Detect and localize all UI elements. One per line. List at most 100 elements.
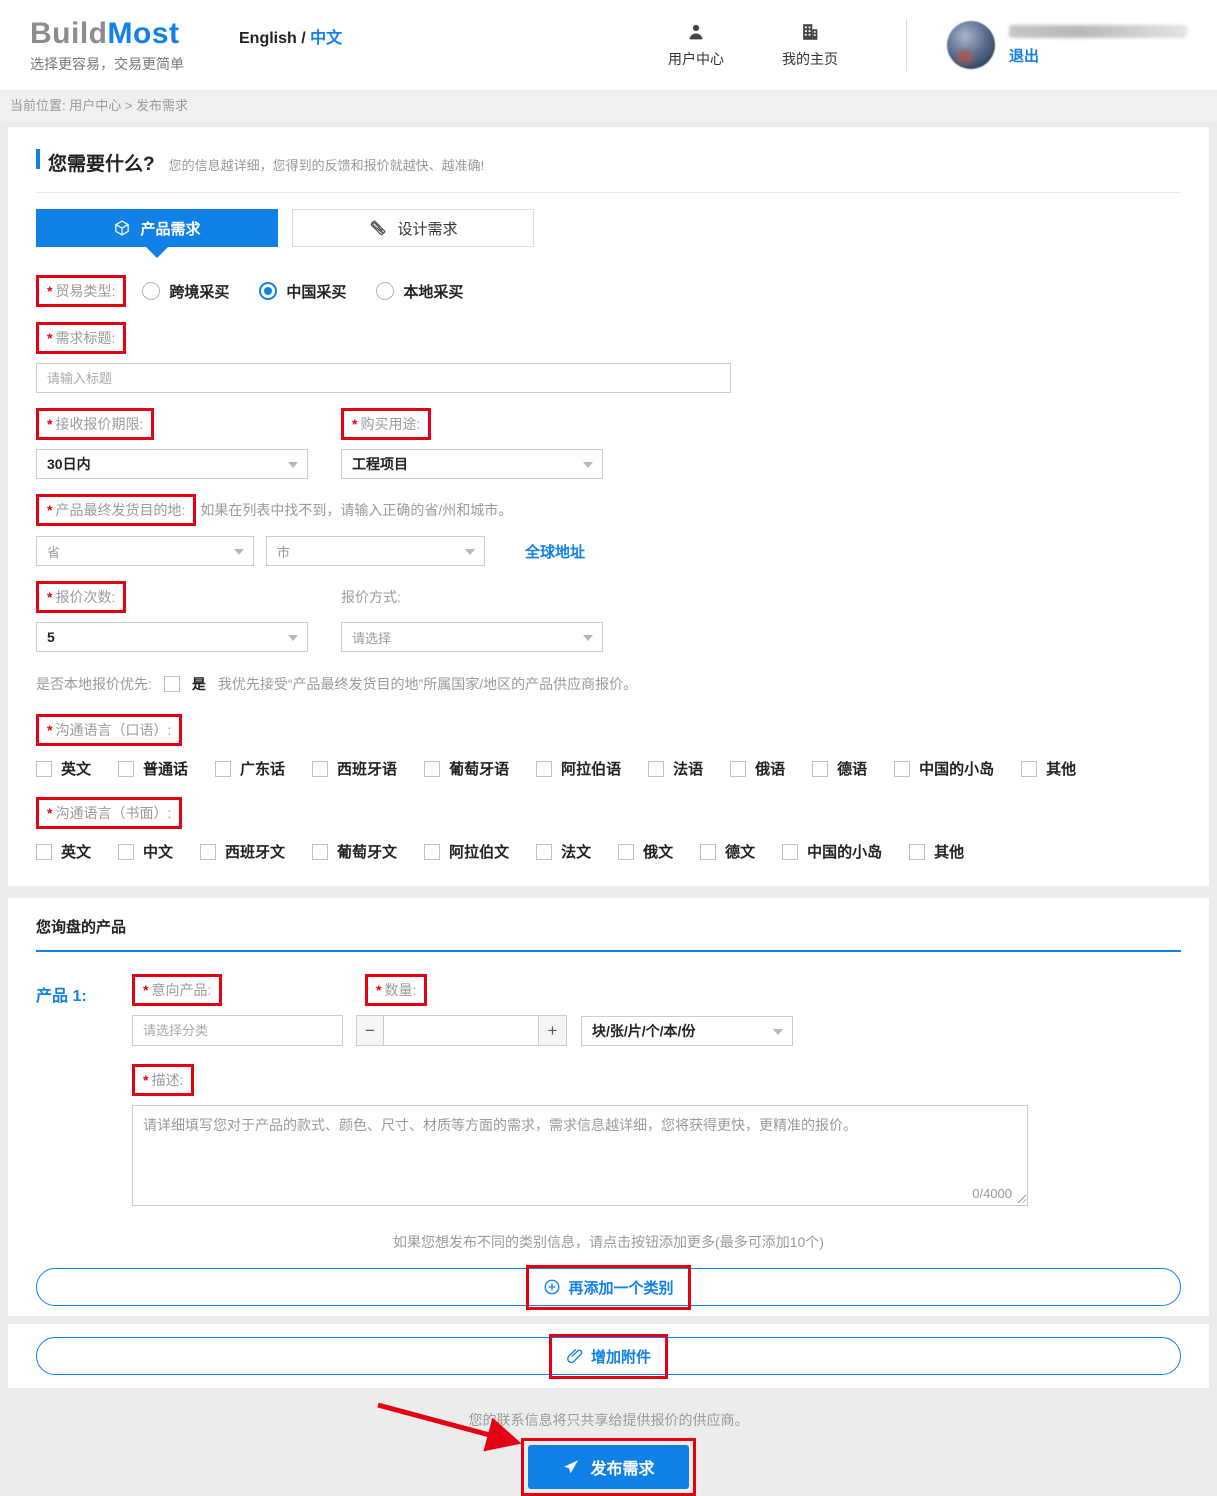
tab-design-demand[interactable]: 设计需求 [292, 209, 534, 247]
quote-times-select[interactable]: 5 [36, 622, 308, 652]
destination-label-row: * 产品最终发货目的地: 如果在列表中找不到，请输入正确的省/州和城市。 [36, 494, 1181, 526]
checkbox-icon[interactable] [312, 761, 328, 777]
quote-method-label: 报价方式: [341, 581, 401, 613]
checkbox-icon[interactable] [536, 761, 552, 777]
checkbox-icon[interactable] [909, 844, 925, 860]
add-category-button[interactable]: 再添加一个类别 [36, 1268, 1181, 1306]
spoken-lang-french[interactable]: 法语 [648, 758, 703, 779]
checkbox-icon[interactable] [812, 761, 828, 777]
written-lang-german[interactable]: 德文 [700, 841, 755, 862]
tab-product-demand-label: 产品需求 [140, 218, 200, 239]
checkbox-icon[interactable] [700, 844, 716, 860]
trade-type-label: 贸易类型: [55, 281, 115, 301]
spoken-lang-china-island[interactable]: 中国的小岛 [894, 758, 994, 779]
spoken-lang-spanish[interactable]: 西班牙语 [312, 758, 397, 779]
spoken-lang-english[interactable]: 英文 [36, 758, 91, 779]
trade-type-option-cross-border[interactable]: 跨境采买 [142, 281, 229, 302]
chevron-down-icon [583, 462, 593, 468]
attachment-panel: 增加附件 [8, 1324, 1209, 1388]
category-label-slot: * 意向产品: [132, 974, 365, 1006]
checkbox-icon[interactable] [200, 844, 216, 860]
nav-my-homepage[interactable]: 我的主页 [782, 21, 838, 69]
province-select[interactable]: 省 [36, 536, 254, 566]
language-english-link[interactable]: English [239, 30, 297, 47]
spoken-lang-other[interactable]: 其他 [1021, 758, 1076, 779]
checkbox-icon[interactable] [118, 844, 134, 860]
checkbox-icon[interactable] [894, 761, 910, 777]
checkbox-icon[interactable] [1021, 761, 1037, 777]
char-counter: 0/4000 [972, 1186, 1012, 1201]
written-lang-french[interactable]: 法文 [536, 841, 591, 862]
paperclip-icon [566, 1347, 584, 1365]
checkbox-icon[interactable] [648, 761, 664, 777]
checkbox-icon[interactable] [782, 844, 798, 860]
trade-type-option-china[interactable]: 中国采买 [259, 281, 346, 302]
written-lang-arabic[interactable]: 阿拉伯文 [424, 841, 509, 862]
written-lang-china-island[interactable]: 中国的小岛 [782, 841, 882, 862]
written-lang-english[interactable]: 英文 [36, 841, 91, 862]
checkbox-icon[interactable] [424, 761, 440, 777]
spoken-lang-arabic[interactable]: 阿拉伯语 [536, 758, 621, 779]
language-chinese-link[interactable]: 中文 [310, 30, 342, 47]
spoken-lang-portuguese[interactable]: 葡萄牙语 [424, 758, 509, 779]
trade-type-options: 跨境采买 中国采买 本地采买 [142, 281, 463, 302]
demand-form-panel: 您需要什么? 您的信息越详细，您得到的反馈和报价就越快、越准确! 产品需求 [8, 127, 1209, 886]
quantity-plus-button[interactable]: + [539, 1015, 567, 1046]
written-language-label: 沟通语言（书面）: [55, 803, 171, 823]
quote-method-select[interactable]: 请选择 [341, 622, 603, 652]
checkbox-icon[interactable] [36, 761, 52, 777]
written-lang-russian[interactable]: 俄文 [618, 841, 673, 862]
nav-user-center[interactable]: 用户中心 [668, 21, 724, 69]
quote-deadline-select[interactable]: 30日内 [36, 449, 308, 479]
written-lang-chinese[interactable]: 中文 [118, 841, 173, 862]
checkbox-icon[interactable] [536, 844, 552, 860]
logout-link[interactable]: 退出 [1009, 45, 1187, 66]
category-label: 意向产品: [151, 980, 211, 1000]
tab-product-demand[interactable]: 产品需求 [36, 209, 278, 247]
checkbox-icon[interactable] [36, 844, 52, 860]
spoken-lang-german[interactable]: 德语 [812, 758, 867, 779]
city-select[interactable]: 市 [266, 536, 485, 566]
radio-icon[interactable] [376, 282, 394, 300]
avatar[interactable] [947, 21, 995, 69]
written-lang-other[interactable]: 其他 [909, 841, 964, 862]
spoken-lang-cantonese[interactable]: 广东话 [215, 758, 285, 779]
destination-annotation-box: * 产品最终发货目的地: [36, 494, 196, 526]
add-attachment-button[interactable]: 增加附件 [36, 1337, 1181, 1375]
chevron-down-icon [288, 635, 298, 641]
quantity-input[interactable] [384, 1015, 539, 1046]
quantity-minus-button[interactable]: − [356, 1015, 384, 1046]
local-priority-yes-label: 是 [192, 674, 206, 694]
spoken-language-annotation-box: * 沟通语言（口语）: [36, 714, 182, 746]
language-switcher: English / 中文 [239, 24, 342, 48]
logo[interactable]: BuildMost 选择更容易，交易更简单 [30, 17, 184, 74]
checkbox-icon[interactable] [215, 761, 231, 777]
checkbox-icon[interactable] [312, 844, 328, 860]
written-lang-portuguese[interactable]: 葡萄牙文 [312, 841, 397, 862]
radio-icon[interactable] [142, 282, 160, 300]
local-priority-checkbox[interactable] [164, 676, 180, 692]
privacy-note: 您的联系信息将只共享给提供报价的供应商。 [0, 1410, 1217, 1430]
trade-type-option-local[interactable]: 本地采买 [376, 281, 463, 302]
unit-select[interactable]: 块/张/片/个/本/份 [581, 1016, 793, 1046]
publish-row: 发布需求 [0, 1438, 1217, 1496]
spoken-lang-russian[interactable]: 俄语 [730, 758, 785, 779]
publish-button[interactable]: 发布需求 [528, 1445, 688, 1489]
category-annotation-box: * 意向产品: [132, 974, 222, 1006]
checkbox-icon[interactable] [730, 761, 746, 777]
category-input[interactable] [132, 1015, 343, 1046]
written-lang-spanish[interactable]: 西班牙文 [200, 841, 285, 862]
checkbox-icon[interactable] [118, 761, 134, 777]
demand-title-input[interactable] [36, 363, 731, 393]
radio-selected-icon[interactable] [259, 282, 277, 300]
chevron-down-icon [465, 549, 475, 555]
description-textarea[interactable] [132, 1105, 1028, 1206]
global-address-link[interactable]: 全球地址 [525, 541, 585, 562]
purchase-purpose-select[interactable]: 工程项目 [341, 449, 603, 479]
checkbox-icon[interactable] [618, 844, 634, 860]
quote-times-field: * 报价次数: 5 [36, 581, 308, 652]
written-language-options: 英文 中文 西班牙文 葡萄牙文 阿拉伯文 法文 俄文 德文 中国的小岛 其他 [36, 841, 1181, 862]
checkbox-icon[interactable] [424, 844, 440, 860]
username-redacted [1009, 25, 1187, 38]
spoken-lang-mandarin[interactable]: 普通话 [118, 758, 188, 779]
